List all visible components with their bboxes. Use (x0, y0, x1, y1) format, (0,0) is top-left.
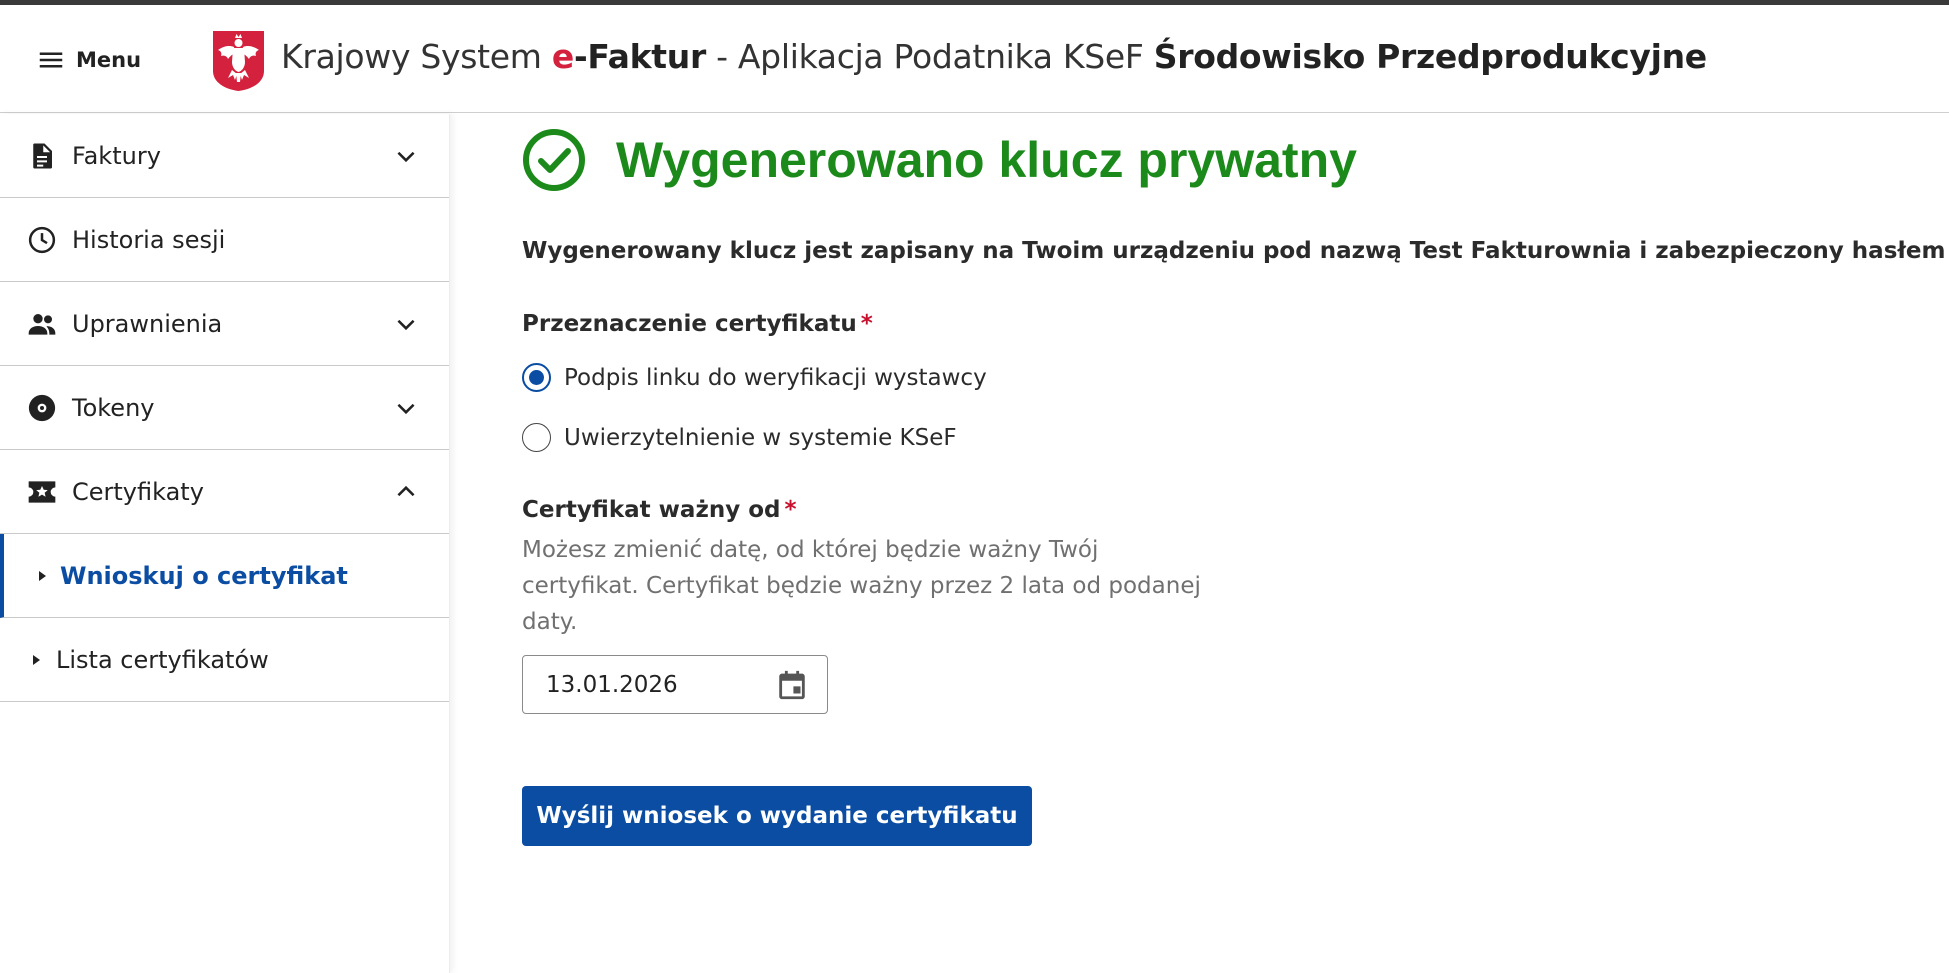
document-icon (26, 140, 58, 172)
chevron-down-icon (397, 151, 415, 162)
sidebar-item-label: Tokeny (72, 393, 155, 422)
chevron-down-icon (397, 319, 415, 330)
people-icon (26, 308, 58, 340)
app-header: Menu Krajowy System e-Faktur - Aplikacja… (0, 5, 1949, 113)
caret-right-icon (33, 654, 40, 665)
environment-label: Środowisko Przedprodukcyjne (1153, 37, 1707, 76)
clock-icon (26, 224, 58, 256)
submit-certificate-request-button[interactable]: Wyślij wniosek o wydanie certyfikatu (522, 786, 1032, 846)
sidebar-item-label: Certyfikaty (72, 477, 204, 506)
app-title-part2: - Aplikacja Podatnika KSeF (705, 37, 1154, 76)
chevron-down-icon (397, 403, 415, 414)
sidebar-item-label: Faktury (72, 141, 161, 170)
key-info-text: Wygenerowany klucz jest zapisany na Twoi… (522, 238, 1946, 264)
certificate-icon (26, 476, 58, 508)
radio-uwierzytelnienie[interactable]: Uwierzytelnienie w systemie KSeF (522, 423, 957, 452)
radio-label: Podpis linku do weryfikacji wystawcy (564, 364, 987, 391)
sidebar-item-label: Uprawnienia (72, 309, 223, 338)
hamburger-icon (39, 52, 63, 68)
chevron-up-icon (397, 485, 415, 496)
check-circle-icon (523, 129, 585, 191)
sidebar-item-tokeny[interactable]: Tokeny (0, 366, 449, 450)
sidebar-subitem-lista-certyfikatow[interactable]: Lista certyfikatów (0, 618, 449, 702)
sidebar-subitem-label: Wnioskuj o certyfikat (60, 561, 348, 590)
required-mark: * (784, 497, 797, 523)
date-picker-field (522, 655, 828, 714)
page-title: Wygenerowano klucz prywatny (616, 132, 1357, 188)
valid-from-label-text: Certyfikat ważny od (522, 497, 781, 523)
purpose-label: Przeznaczenie certyfikatu * (522, 311, 873, 337)
radio-label: Uwierzytelnienie w systemie KSeF (564, 424, 957, 451)
success-banner: Wygenerowano klucz prywatny (522, 128, 1357, 192)
sidebar-item-certyfikaty[interactable]: Certyfikaty (0, 450, 449, 534)
purpose-label-text: Przeznaczenie certyfikatu (522, 311, 857, 337)
sidebar-item-label: Historia sesji (72, 225, 226, 254)
menu-button[interactable]: Menu (36, 45, 141, 75)
polish-eagle-emblem-icon (213, 31, 264, 91)
valid-from-description: Możesz zmienić datę, od której będzie wa… (522, 537, 1201, 635)
radio-button-selected[interactable] (522, 363, 551, 392)
app-title-faktur: -Faktur (573, 37, 706, 76)
valid-from-date-input[interactable] (524, 657, 774, 712)
menu-label: Menu (76, 48, 142, 72)
app-title-part1: Krajowy System (281, 37, 552, 76)
radio-button[interactable] (522, 423, 551, 452)
required-mark: * (860, 311, 873, 337)
app-title: Krajowy System e-Faktur - Aplikacja Poda… (281, 37, 1707, 76)
sidebar-subitem-wnioskuj-o-certyfikat[interactable]: Wnioskuj o certyfikat (0, 534, 449, 618)
sidebar-item-uprawnienia[interactable]: Uprawnienia (0, 282, 449, 366)
caret-right-icon (39, 570, 46, 581)
sidebar-nav: Faktury Historia sesji Uprawnienia Token… (0, 114, 450, 973)
calendar-icon[interactable] (775, 668, 809, 702)
app-title-e: e (551, 37, 574, 76)
sidebar-item-historia-sesji[interactable]: Historia sesji (0, 198, 449, 282)
valid-from-label: Certyfikat ważny od * (522, 497, 797, 523)
token-icon (26, 392, 58, 424)
sidebar-item-faktury[interactable]: Faktury (0, 114, 449, 198)
sidebar-subitem-label: Lista certyfikatów (56, 645, 269, 674)
radio-podpis-linku[interactable]: Podpis linku do weryfikacji wystawcy (522, 363, 987, 392)
